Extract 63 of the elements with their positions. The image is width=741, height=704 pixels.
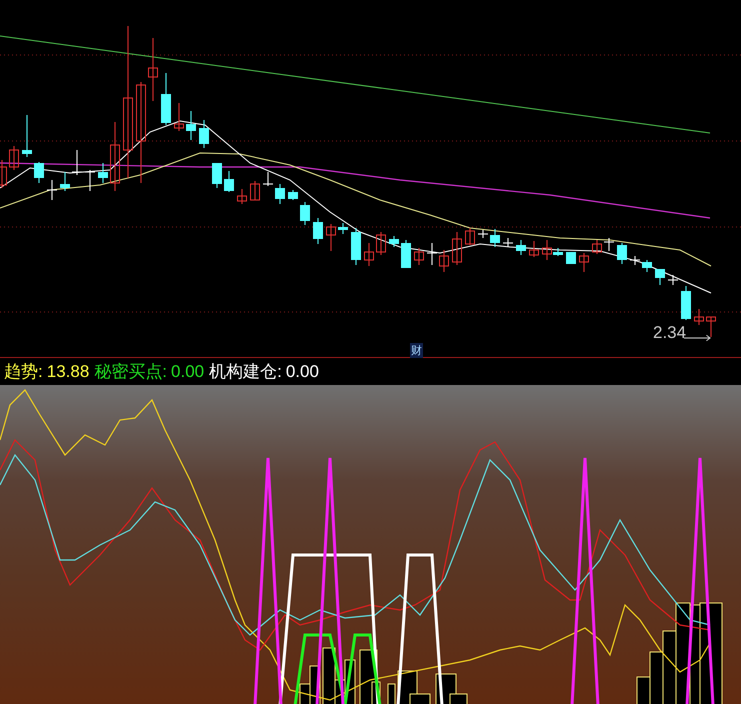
candlestick [490,228,500,248]
candlestick [288,190,298,200]
candlestick [465,228,475,246]
indicator-value: 13.88 [46,362,90,382]
candlestick [668,274,678,286]
candlestick [579,252,589,272]
candlestick [694,308,704,326]
candlestick [452,232,462,266]
candlestick [617,242,627,264]
arrow-icon [684,334,712,342]
last-price-label: 2.34 [653,323,686,343]
candlestick [199,120,209,148]
candlestick [681,286,691,320]
candlestick [326,224,336,252]
candlestick [300,202,310,226]
indicator-label: 趋势: [4,361,43,383]
candlestick [401,240,411,268]
candlestick [72,150,82,176]
candlestick [655,268,665,286]
indicator-value: 0.00 [171,362,204,382]
candlestick [414,248,424,266]
candlestick [313,218,323,244]
candlestick [338,222,348,234]
candlestick [566,252,576,264]
candlestick [642,260,652,272]
candlestick [9,146,19,170]
candlestick [98,162,108,184]
candlestick [592,240,602,254]
candlestick [60,172,70,192]
candlestick [22,114,32,158]
candlestick [706,316,716,338]
candlestick [604,238,614,252]
candlestick [630,256,640,266]
candlestick [186,110,196,140]
candlestick [502,238,514,248]
candlestick [212,162,222,188]
indicator-label: 秘密买点: [94,361,168,383]
indicator-label: 机构建仓: [209,361,282,383]
candlestick [0,160,7,188]
candlestick [174,102,184,132]
candlestick [110,122,120,192]
candlestick [250,180,260,200]
candlestick [237,188,247,204]
candlestick [389,236,399,248]
histogram-bar [388,684,396,704]
candlestick [161,72,171,126]
candlestick [376,232,386,256]
candlestick [426,242,438,266]
candlestick [516,240,526,256]
candlestick [148,38,158,102]
candlestick [224,170,234,192]
candlestick [351,228,361,266]
candlestick [478,230,488,238]
candlestick [439,250,449,272]
candlestick [364,242,374,266]
indicator-value: 0.00 [286,362,319,382]
candlestick [34,162,44,184]
candlestick [84,170,96,192]
candlestick [529,240,539,258]
candlestick [46,180,58,200]
candlestick [275,184,285,204]
finance-marker[interactable]: 财 [410,343,423,358]
candlestick [262,172,274,186]
